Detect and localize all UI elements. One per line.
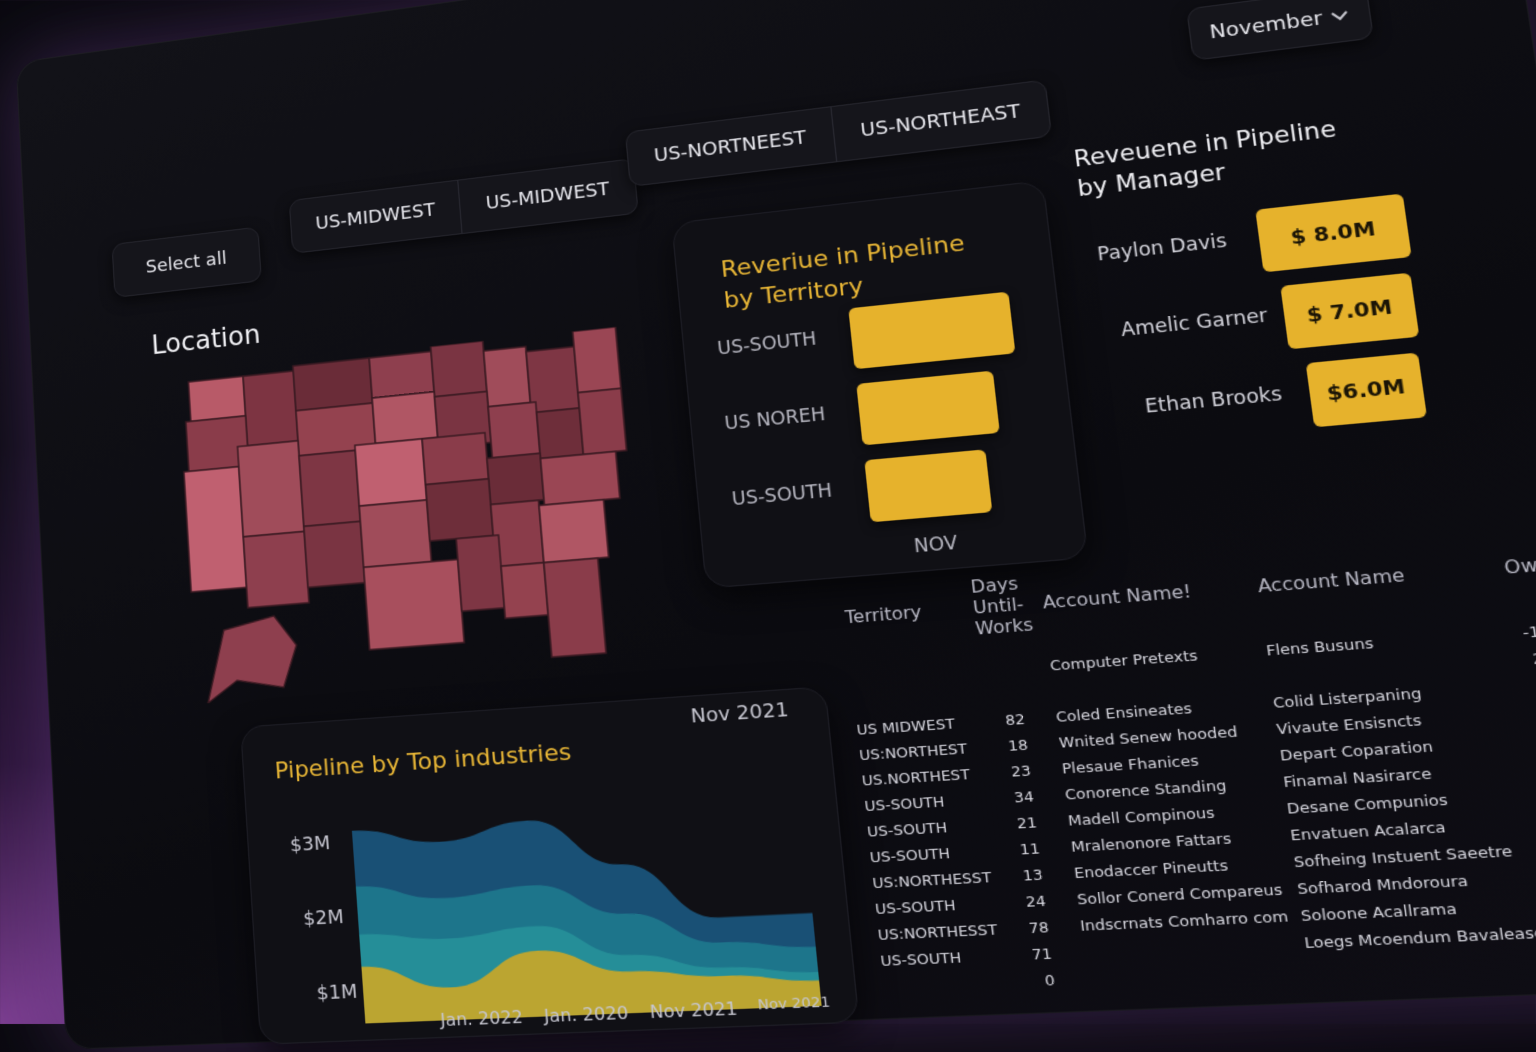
dashboard-screen: Select all US-MIDWEST US-MIDWEST US-NORT… [16, 0, 1536, 1050]
table-cell [882, 970, 1017, 1002]
manager-chart-card: Reveuene in Pipeline by Manager Paylon D… [1048, 90, 1494, 457]
industries-ytick: $1M [316, 980, 358, 1004]
table-cell: 0 [1014, 967, 1089, 996]
filter-chip-us-midwest-1[interactable]: US-MIDWEST [290, 181, 462, 253]
table-cell: 222 [1520, 669, 1536, 701]
filter-group-northeast: US-NORTNEEST US-NORTHEAST [625, 79, 1053, 187]
territory-bars: US-SOUTHUS NOREHUS-SOUTH [672, 181, 1042, 224]
manager-chart-title: Reveuene in Pipeline by Manager [1072, 114, 1342, 205]
table-header-cell[interactable]: Days Until-Works [970, 571, 1049, 659]
filter-group-midwest: US-MIDWEST US-MIDWEST [289, 158, 639, 254]
manager-bar[interactable]: $ 7.0M [1280, 273, 1419, 350]
territory-bar-label: US NOREH [724, 404, 827, 435]
table-cell: 11 [999, 835, 1073, 865]
territory-bar-label: US-SOUTH [731, 480, 833, 510]
territory-bar[interactable] [848, 292, 1015, 370]
table-cell: -134 [1512, 615, 1536, 647]
industries-period: Nov 2021 [690, 699, 790, 728]
territory-bar[interactable] [856, 371, 1000, 446]
us-map [168, 323, 685, 705]
manager-bar[interactable]: $ 8.0M [1255, 194, 1411, 273]
select-all-button[interactable]: Select all [111, 227, 261, 298]
filter-chip-us-nortneest[interactable]: US-NORTNEEST [626, 107, 836, 186]
table-cell: 21 [996, 809, 1070, 839]
chevron-down-icon [1329, 8, 1350, 23]
accounts-table-card: TerritoryDays Until-WorksAccount Name!Ac… [819, 531, 1536, 986]
industries-chart-card: Pipeline by Top industries Nov 2021 $3M $… [240, 686, 860, 1045]
filter-chip-us-northeast[interactable]: US-NORTHEAST [830, 81, 1051, 162]
filter-chip-us-midwest-2[interactable]: US-MIDWEST [458, 159, 638, 233]
month-dropdown-value: November [1208, 7, 1324, 43]
accounts-table: TerritoryDays Until-WorksAccount Name!Ac… [842, 528, 1536, 1001]
industries-ytick: $3M [289, 832, 331, 856]
industries-xtick: Nov 2021 [757, 994, 831, 1014]
industries-xtick: Nov 2021 [649, 998, 738, 1023]
industries-ytick: $2M [303, 906, 345, 930]
territory-bar[interactable] [864, 449, 992, 522]
manager-name: Paylon Davis [1096, 231, 1228, 266]
territory-xlabel: NOV [913, 533, 959, 558]
month-dropdown[interactable]: November [1186, 0, 1374, 61]
table-header-cell[interactable]: Territory [842, 577, 979, 668]
table-cell: 78 [1008, 914, 1082, 944]
table-cell: 24 [1005, 887, 1079, 917]
industries-xtick: Jan. 2022 [440, 1006, 524, 1030]
table-header-cell[interactable]: Account Name! [1039, 554, 1265, 654]
table-cell: 71 [1011, 940, 1085, 970]
location-title: Location [151, 320, 262, 361]
industries-area-chart [350, 770, 845, 1023]
manager-bar[interactable]: $6.0M [1306, 353, 1427, 428]
manager-name: Amelic Garner [1120, 305, 1269, 341]
industries-xtick: Jan. 2020 [543, 1002, 629, 1026]
manager-name: Ethan Brooks [1144, 384, 1284, 419]
table-cell: 222 [1516, 642, 1536, 674]
table-cell: 34 [993, 783, 1066, 813]
territory-bar-label: US-SOUTH [716, 329, 817, 360]
territory-chart-card: Reveriue in Pipeline by Territory US-SOU… [671, 180, 1088, 589]
table-cell: 13 [1002, 861, 1076, 891]
industries-chart-title: Pipeline by Top industries [274, 737, 573, 787]
